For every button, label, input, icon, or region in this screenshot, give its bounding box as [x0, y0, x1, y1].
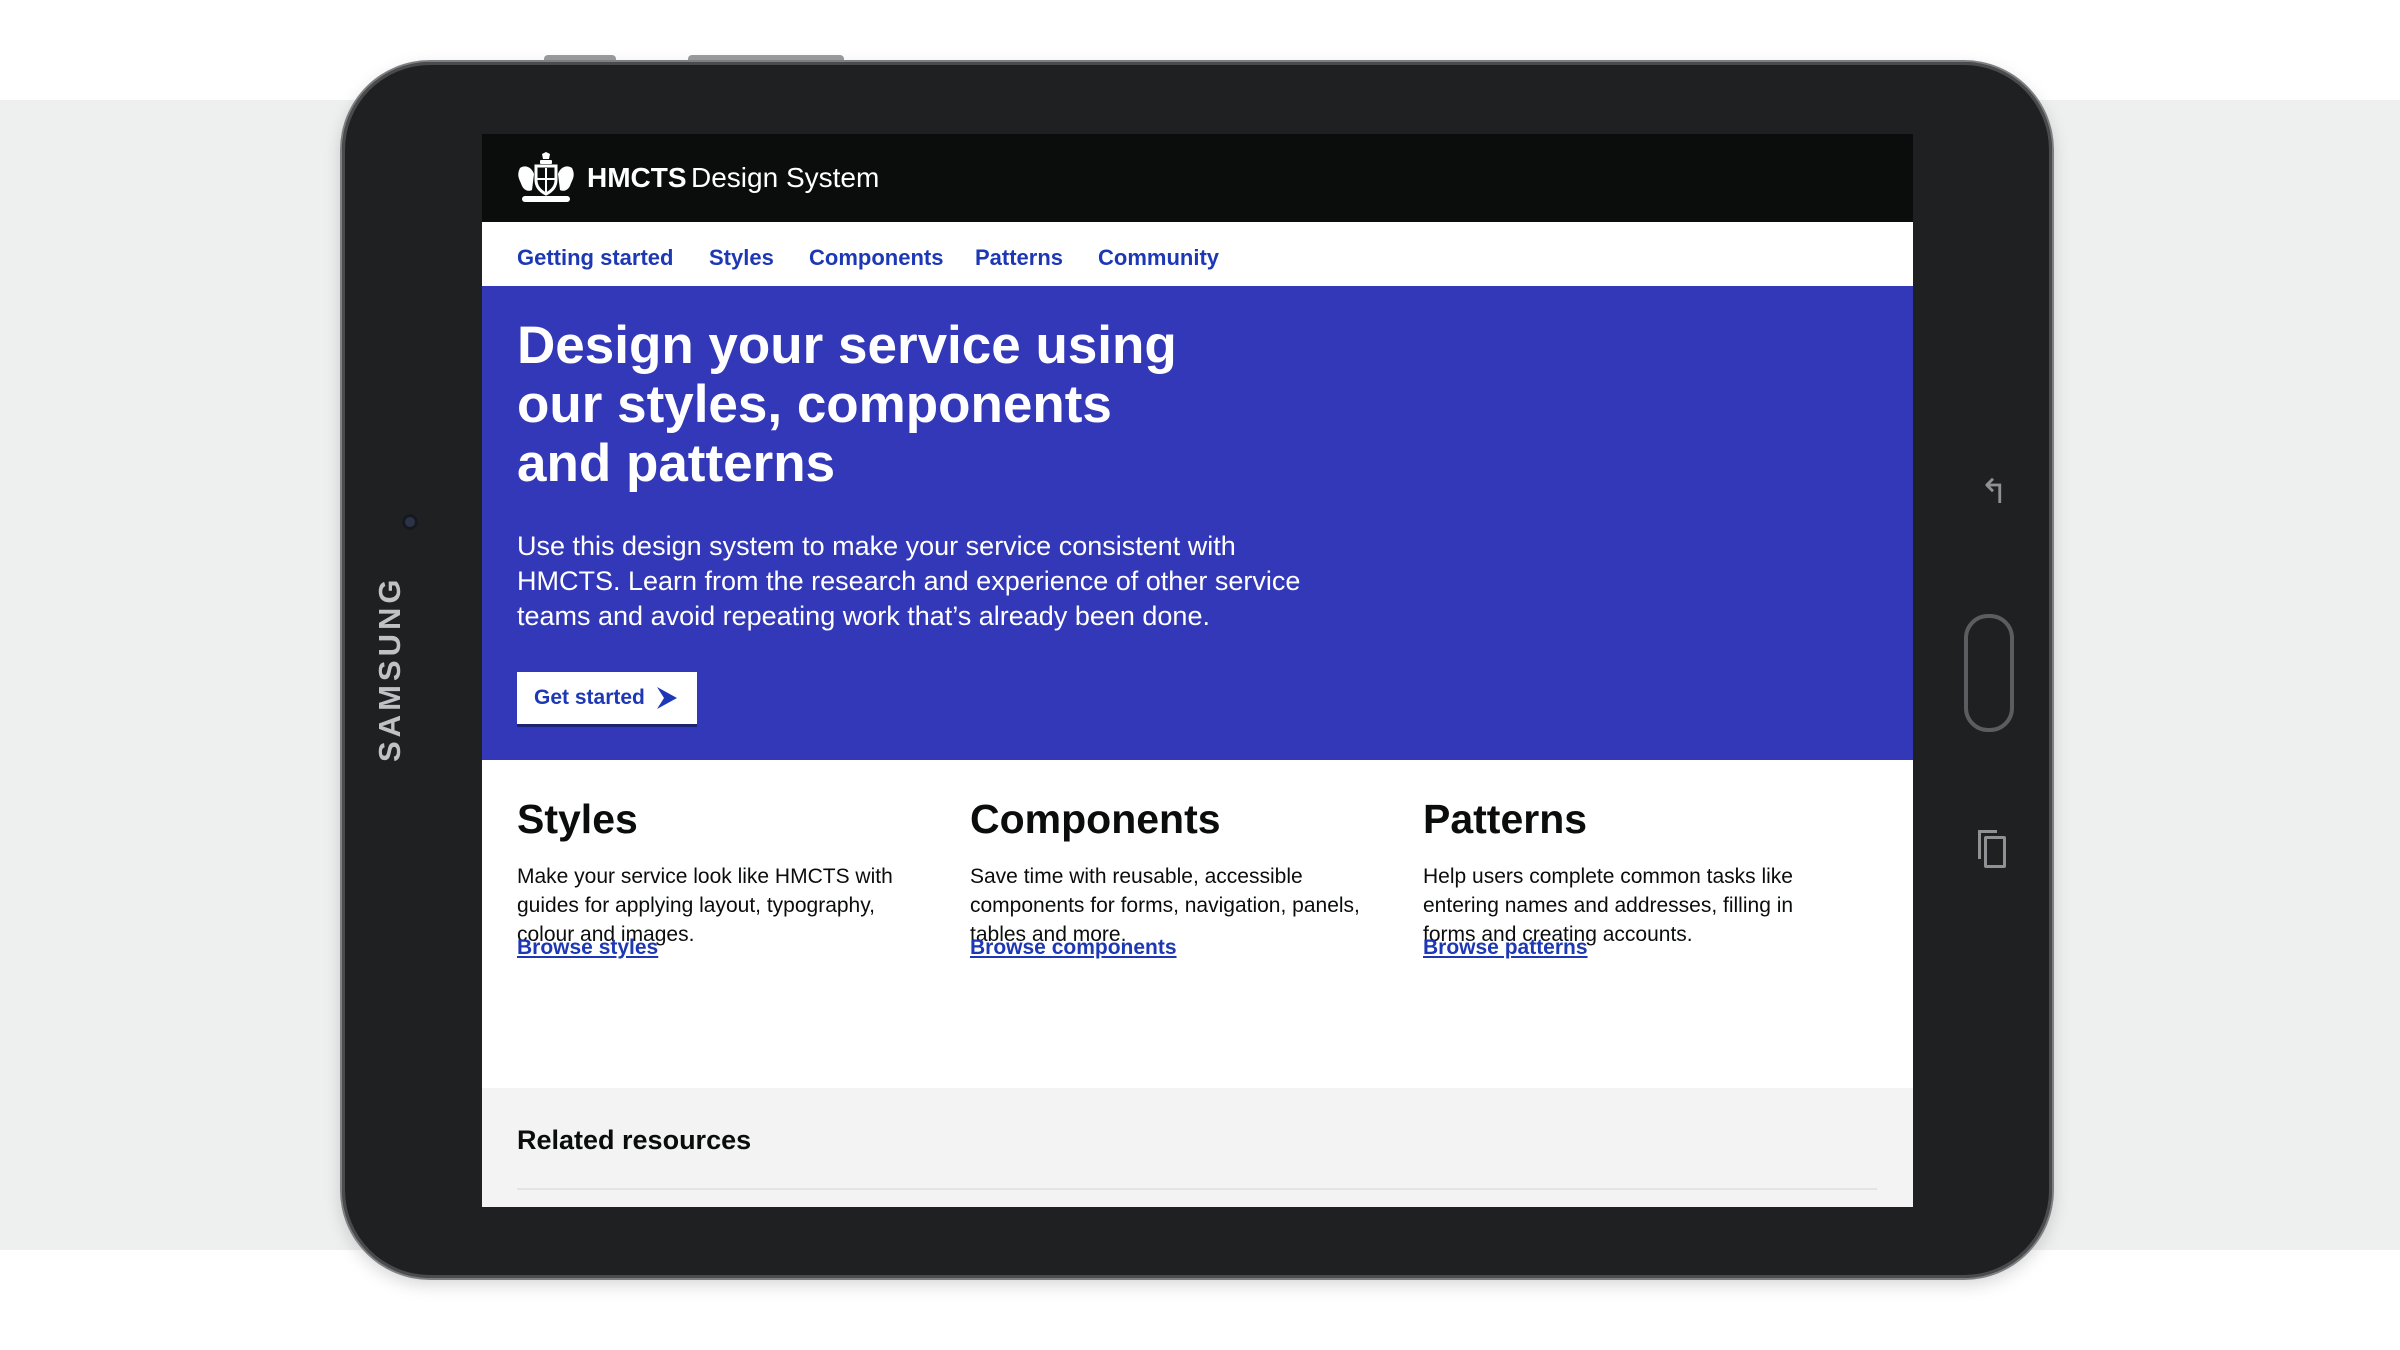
nav-item-components[interactable]: Components: [809, 244, 943, 272]
tablet-screen: HMCTS Design System Getting started Styl…: [482, 134, 1913, 1207]
related-resources-title: Related resources: [517, 1125, 752, 1155]
home-button[interactable]: [1964, 614, 2014, 732]
chevron-right-icon: [657, 687, 677, 709]
device-brand: SAMSUNG: [372, 575, 407, 762]
service-name[interactable]: Design System: [691, 160, 879, 196]
browse-styles-link[interactable]: Browse styles: [517, 934, 658, 962]
browse-patterns-link[interactable]: Browse patterns: [1423, 934, 1588, 962]
primary-navigation: Getting started Styles Components Patter…: [482, 222, 1913, 286]
back-arrow-icon[interactable]: ↰: [1974, 472, 2014, 512]
patterns-section: Patterns Help users complete common task…: [1423, 794, 1843, 959]
nav-item-community[interactable]: Community: [1098, 244, 1219, 272]
recent-apps-icon[interactable]: [1976, 830, 2006, 868]
get-started-button[interactable]: Get started: [517, 672, 697, 724]
nav-item-patterns[interactable]: Patterns: [975, 244, 1063, 272]
section-title: Patterns: [1423, 796, 1588, 842]
browse-components-link[interactable]: Browse components: [970, 934, 1177, 962]
components-section: Components Save time with reusable, acce…: [970, 794, 1390, 959]
site-header: HMCTS Design System: [482, 134, 1913, 222]
hero-banner: Design your service using our styles, co…: [482, 286, 1913, 760]
royal-coat-of-arms-icon: [518, 152, 574, 202]
divider: [517, 1188, 1877, 1190]
front-camera: [402, 514, 418, 530]
nav-item-getting-started[interactable]: Getting started: [517, 244, 673, 272]
hero-description: Use this design system to make your serv…: [517, 531, 1301, 631]
section-title: Components: [970, 796, 1221, 842]
nav-item-styles[interactable]: Styles: [709, 244, 774, 272]
section-title: Styles: [517, 796, 638, 842]
get-started-label: Get started: [534, 686, 645, 709]
hero-title: Design your service using our styles, co…: [517, 316, 1177, 493]
related-resources-section: Related resources: [482, 1088, 1913, 1207]
styles-section: Styles Make your service look like HMCTS…: [517, 794, 937, 959]
logo-text[interactable]: HMCTS: [587, 160, 687, 196]
